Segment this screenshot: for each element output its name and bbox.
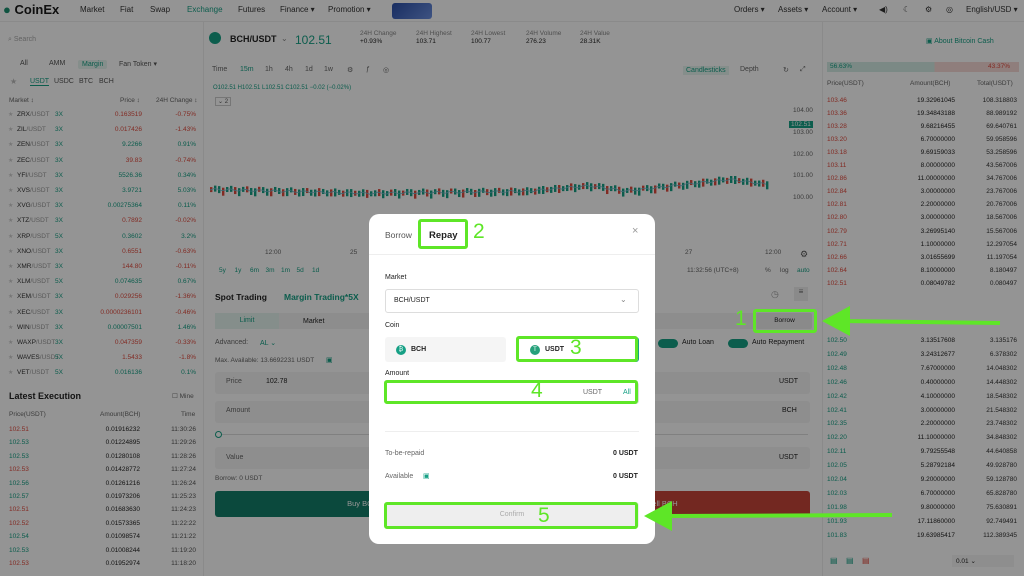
arrow-head-borrow — [822, 306, 850, 336]
arrow-head-confirm — [644, 501, 672, 531]
annotation-arrows — [644, 306, 1001, 531]
